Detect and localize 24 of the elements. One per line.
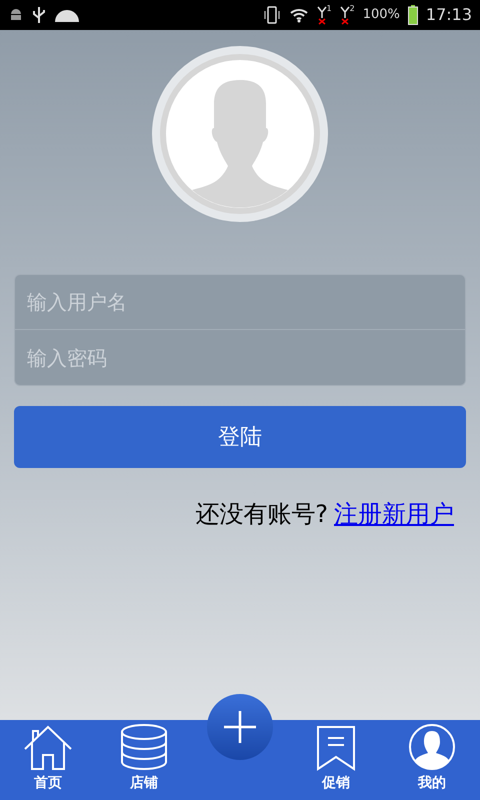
clock: 17:13 bbox=[426, 4, 472, 26]
plus-icon bbox=[223, 710, 257, 744]
sim-label: 2 bbox=[350, 5, 355, 13]
battery-icon bbox=[408, 5, 418, 25]
username-field[interactable]: 输入用户名 bbox=[14, 274, 466, 330]
register-prompt: 还没有账号? bbox=[195, 499, 328, 530]
no-signal-icon bbox=[340, 5, 350, 25]
wifi-icon bbox=[288, 7, 309, 23]
user-icon bbox=[408, 723, 456, 771]
no-signal-icon bbox=[316, 5, 327, 25]
password-field[interactable]: 输入密码 bbox=[14, 330, 466, 386]
house-icon bbox=[23, 725, 73, 771]
battery-percent: 100% bbox=[362, 6, 400, 24]
nav-tab[interactable]: 首页 bbox=[0, 725, 96, 794]
sim-label: 1 bbox=[326, 5, 332, 13]
usb-icon bbox=[32, 6, 46, 24]
bookmark-icon bbox=[316, 725, 356, 771]
database-icon bbox=[120, 723, 168, 771]
nav-tab[interactable]: 促销 bbox=[288, 725, 384, 794]
vibrate-icon bbox=[262, 5, 281, 25]
register-link[interactable]: 注册新用户 bbox=[334, 496, 454, 532]
nav-tab[interactable]: 我的 bbox=[384, 723, 480, 794]
login-button[interactable]: 登陆 bbox=[14, 406, 466, 468]
nav-tab[interactable]: 店铺 bbox=[96, 723, 192, 794]
